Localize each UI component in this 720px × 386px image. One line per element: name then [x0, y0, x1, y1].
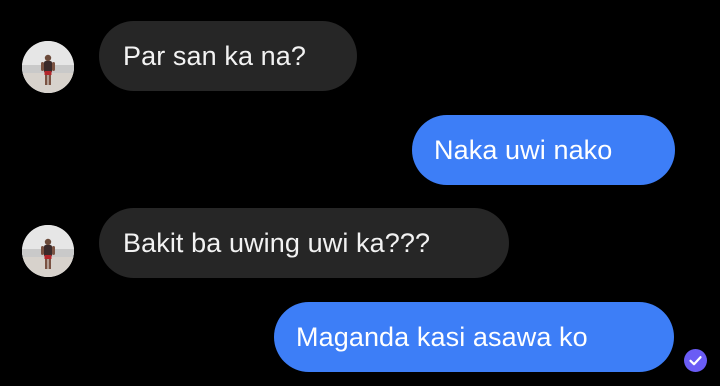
message-text: Naka uwi nako: [434, 134, 613, 165]
outgoing-message-bubble[interactable]: Maganda kasi asawa ko: [274, 302, 674, 372]
message-text: Par san ka na?: [123, 40, 307, 71]
message-text: Bakit ba uwing uwi ka???: [123, 227, 431, 258]
incoming-message-bubble[interactable]: Par san ka na?: [99, 21, 357, 91]
contact-avatar[interactable]: [22, 41, 74, 93]
check-circle-icon: [684, 349, 707, 372]
message-text: Maganda kasi asawa ko: [296, 321, 588, 352]
incoming-message-bubble[interactable]: Bakit ba uwing uwi ka???: [99, 208, 509, 278]
contact-avatar[interactable]: [22, 225, 74, 277]
outgoing-message-bubble[interactable]: Naka uwi nako: [412, 115, 675, 185]
